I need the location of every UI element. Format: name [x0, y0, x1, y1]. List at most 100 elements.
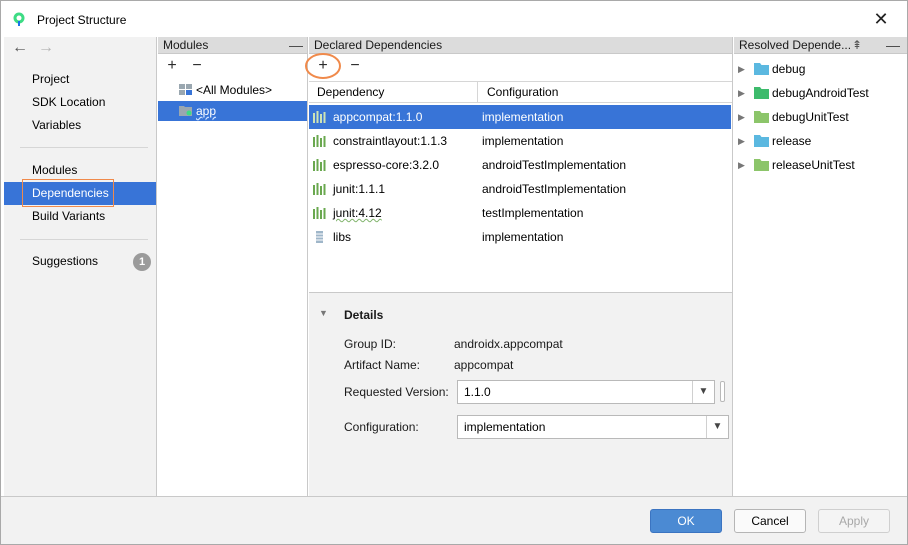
android-studio-icon [13, 12, 25, 26]
library-icon [313, 207, 326, 219]
dependency-name: appcompat:1.1.0 [333, 110, 423, 124]
project-structure-dialog: Project Structure ✕ ← → Project SDK Loca… [0, 0, 908, 545]
expand-arrow-icon[interactable]: ▶ [738, 153, 745, 177]
cancel-button[interactable]: Cancel [734, 509, 806, 533]
column-divider [477, 82, 478, 103]
chevron-down-icon[interactable]: ▼ [692, 381, 714, 403]
apply-button[interactable]: Apply [818, 509, 890, 533]
dependency-row[interactable]: constraintlayout:1.1.3 implementation [309, 129, 731, 153]
arrow-left-icon[interactable]: ← [12, 39, 28, 57]
requested-version-value: 1.1.0 [464, 385, 491, 399]
expand-arrow-icon[interactable]: ▶ [738, 81, 745, 105]
minimize-icon[interactable]: — [886, 37, 900, 54]
dependency-name: junit:4.12 [333, 206, 382, 220]
details-title: Details [344, 308, 384, 322]
modules-header: Modules — [158, 37, 307, 54]
library-icon [313, 159, 326, 171]
column-configuration[interactable]: Configuration [487, 82, 558, 103]
dependency-configuration: testImplementation [482, 206, 584, 220]
dependency-configuration: implementation [482, 110, 564, 124]
nav-item-sdk-location[interactable]: SDK Location [4, 91, 156, 114]
variant-item[interactable]: ▶ releaseUnitTest [734, 153, 906, 177]
resolved-dependencies-panel: Resolved Depende... ⇞ — ▶ debug ▶ debugA… [734, 37, 907, 496]
module-item-all[interactable]: <All Modules> [158, 80, 307, 100]
variant-item[interactable]: ▶ release [734, 129, 906, 153]
expand-arrow-icon[interactable]: ▶ [738, 57, 745, 81]
expand-arrow-icon[interactable]: ▶ [738, 129, 745, 153]
variant-label: release [772, 134, 812, 148]
variant-label: releaseUnitTest [772, 158, 855, 172]
folder-icon [754, 135, 769, 147]
library-icon [313, 183, 326, 195]
group-id-value: androidx.appcompat [454, 337, 563, 351]
arrow-right-icon[interactable]: → [38, 39, 54, 57]
dependency-row[interactable]: libs implementation [309, 225, 731, 249]
artifact-name-value: appcompat [454, 358, 514, 372]
dependency-configuration: androidTestImplementation [482, 182, 627, 196]
close-icon[interactable]: ✕ [869, 7, 893, 31]
resolved-header: Resolved Depende... ⇞ — [734, 37, 907, 54]
collapse-all-icon[interactable]: ⇞ [852, 37, 862, 54]
add-dependency-highlight [305, 53, 341, 79]
folder-icon [754, 63, 769, 75]
requested-version-label: Requested Version: [344, 385, 449, 399]
folder-icon [754, 159, 769, 171]
all-modules-icon [179, 84, 192, 95]
variant-label: debug [772, 62, 806, 76]
variant-item[interactable]: ▶ debugUnitTest [734, 105, 906, 129]
remove-dependency-icon[interactable]: − [347, 58, 363, 74]
nav-item-build-variants[interactable]: Build Variants [4, 205, 156, 228]
dependency-configuration: implementation [482, 134, 564, 148]
jar-files-icon [316, 231, 323, 243]
suggestions-count-badge: 1 [133, 253, 151, 271]
dependency-row[interactable]: junit:1.1.1 androidTestImplementation [309, 177, 731, 201]
modules-panel: Modules — + − <All Modules> app [158, 37, 308, 496]
library-icon [313, 111, 326, 123]
dependency-configuration: androidTestImplementation [482, 158, 627, 172]
dependency-name: junit:1.1.1 [333, 182, 386, 196]
collapse-details-icon[interactable]: ▼ [319, 308, 328, 318]
artifact-name-label: Artifact Name: [344, 358, 421, 372]
remove-module-icon[interactable]: − [189, 58, 205, 74]
window-title: Project Structure [37, 13, 127, 27]
declared-dependencies-panel: Declared Dependencies + − Dependency Con… [305, 37, 733, 496]
ok-button[interactable]: OK [650, 509, 722, 533]
minimize-icon[interactable]: — [289, 37, 303, 54]
dependency-table-header: Dependency Configuration [309, 81, 732, 103]
variant-label: debugUnitTest [772, 110, 849, 124]
left-nav: ← → Project SDK Location Variables Modul… [4, 37, 157, 496]
module-item-app[interactable]: app [158, 101, 307, 121]
dependency-name: constraintlayout:1.1.3 [333, 134, 448, 148]
folder-icon [754, 111, 769, 123]
dependency-row[interactable]: appcompat:1.1.0 implementation [309, 105, 731, 129]
library-icon [313, 135, 326, 147]
chevron-down-icon[interactable]: ▼ [706, 416, 728, 438]
requested-version-combo[interactable]: 1.1.0 ▼ [457, 380, 715, 404]
column-dependency[interactable]: Dependency [317, 82, 384, 103]
declared-header: Declared Dependencies [309, 37, 732, 54]
title-bar: Project Structure ✕ [1, 1, 907, 38]
configuration-combo[interactable]: implementation ▼ [457, 415, 729, 439]
nav-item-variables[interactable]: Variables [4, 114, 156, 137]
expand-arrow-icon[interactable]: ▶ [738, 105, 745, 129]
dialog-footer: OK Cancel Apply [1, 496, 907, 544]
variant-label: debugAndroidTest [772, 86, 869, 100]
dependency-row[interactable]: espresso-core:3.2.0 androidTestImplement… [309, 153, 731, 177]
dependency-name: espresso-core:3.2.0 [333, 158, 440, 172]
variant-item[interactable]: ▶ debug [734, 57, 906, 81]
nav-divider [20, 147, 148, 148]
dependency-row[interactable]: junit:4.12 testImplementation [309, 201, 731, 225]
version-browse-handle[interactable] [720, 381, 725, 402]
configuration-label: Configuration: [344, 420, 419, 434]
nav-divider [20, 239, 148, 240]
dependencies-highlight [22, 179, 114, 207]
nav-item-project[interactable]: Project [4, 68, 156, 91]
dependency-name: libs [333, 230, 352, 244]
details-section: ▼ Details Group ID: androidx.appcompat A… [309, 292, 732, 496]
variant-item[interactable]: ▶ debugAndroidTest [734, 81, 906, 105]
dependency-configuration: implementation [482, 230, 564, 244]
configuration-value: implementation [464, 420, 546, 434]
add-module-icon[interactable]: + [164, 58, 180, 74]
folder-icon [754, 87, 769, 99]
group-id-label: Group ID: [344, 337, 397, 351]
